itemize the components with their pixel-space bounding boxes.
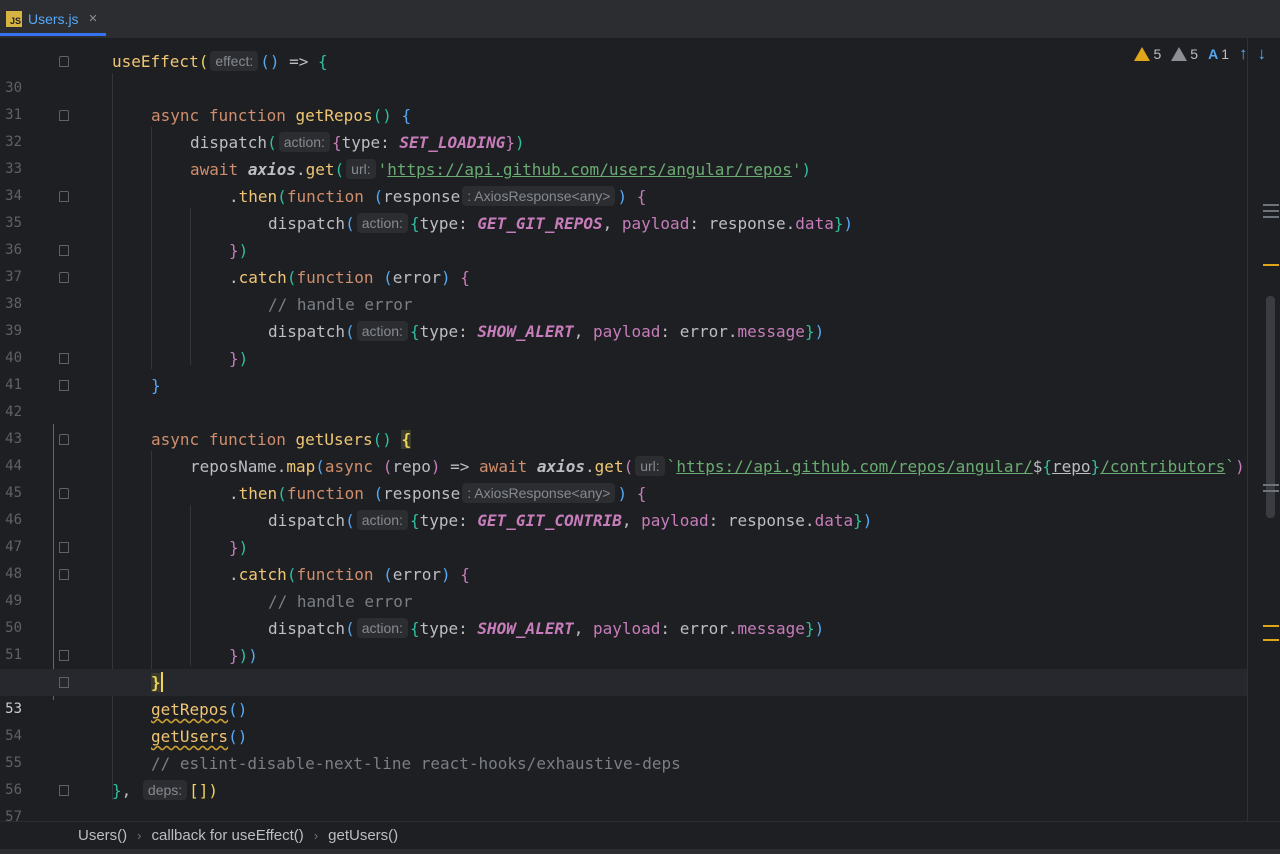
breadcrumb: Users() › callback for useEffect() › get… bbox=[0, 821, 1280, 849]
spellcheck-icon: A bbox=[1208, 46, 1219, 62]
code-line: 41 }) bbox=[5, 349, 249, 393]
code-line: 35 .then(function (response: AxiosRespon… bbox=[5, 186, 647, 231]
code-line: 36 dispatch(action: {type: GET_GIT_REPOS,… bbox=[5, 213, 854, 258]
fold-icon[interactable] bbox=[59, 272, 69, 283]
weak-warnings-count[interactable]: 5 bbox=[1171, 46, 1198, 62]
code-line: 50 // handle error bbox=[5, 592, 413, 636]
code-line: 45 reposName.map(async (repo) => await a… bbox=[5, 456, 1245, 501]
error-stripe-mark[interactable] bbox=[1263, 264, 1279, 266]
code-line: 55 getUsers() bbox=[5, 727, 248, 771]
error-stripe-mark[interactable] bbox=[1263, 625, 1279, 627]
code-line: 30 useEffect(effect:() => { bbox=[5, 51, 328, 96]
fold-icon[interactable] bbox=[59, 434, 69, 445]
error-stripe-mark[interactable] bbox=[1263, 484, 1279, 486]
fold-icon[interactable] bbox=[59, 110, 69, 121]
window-bottom-edge bbox=[0, 849, 1280, 854]
code-line: 51 dispatch(action: {type: SHOW_ALERT, pa… bbox=[5, 618, 825, 663]
code-line: 49 .catch(function (error) { bbox=[5, 565, 470, 609]
error-stripe-mark[interactable] bbox=[1263, 204, 1279, 206]
code-line: 37 }) bbox=[5, 241, 249, 285]
chevron-right-icon: › bbox=[137, 828, 142, 843]
code-line: 32 async function getRepos() { bbox=[5, 106, 412, 150]
fold-icon[interactable] bbox=[59, 677, 69, 688]
code-line: 48 }) bbox=[5, 538, 249, 582]
right-margin-line bbox=[1247, 38, 1248, 821]
code-line: 56 // eslint-disable-next-line react-hoo… bbox=[5, 754, 681, 798]
fold-icon[interactable] bbox=[59, 353, 69, 364]
code-line: 40 dispatch(action: {type: SHOW_ALERT, pa… bbox=[5, 321, 825, 366]
error-stripe-mark[interactable] bbox=[1263, 490, 1279, 492]
tab-users-js[interactable]: JS Users.js × bbox=[0, 4, 106, 36]
breadcrumb-item[interactable]: callback for useEffect() bbox=[152, 827, 304, 844]
fold-icon[interactable] bbox=[59, 380, 69, 391]
next-highlight-icon[interactable]: ↓ bbox=[1258, 44, 1267, 64]
code-line: 34 await axios.get(url:'https://api.gith… bbox=[5, 159, 812, 204]
code-line: 33 dispatch(action: {type: SET_LOADING}) bbox=[5, 132, 525, 177]
code-line: 44 async function getUsers() { bbox=[5, 430, 412, 474]
chevron-right-icon: › bbox=[313, 828, 319, 843]
fold-icon[interactable] bbox=[59, 785, 69, 796]
code-line: 38 .catch(function (error) { bbox=[5, 268, 470, 312]
error-stripe-mark[interactable] bbox=[1263, 639, 1279, 641]
code-line: 42 } bbox=[5, 376, 161, 420]
code-line: 47 dispatch(action: {type: GET_GIT_CONTRI… bbox=[5, 510, 873, 555]
error-stripe-mark[interactable] bbox=[1263, 210, 1279, 212]
fold-icon[interactable] bbox=[59, 56, 69, 67]
code-line: 43 bbox=[5, 431, 22, 447]
text-caret bbox=[160, 672, 163, 692]
js-file-icon: JS bbox=[6, 10, 22, 27]
fold-icon[interactable] bbox=[59, 245, 69, 256]
code-line: 58 bbox=[0, 804, 1250, 821]
code-line: 54 getRepos() bbox=[5, 700, 248, 744]
breadcrumb-item[interactable]: getUsers() bbox=[328, 827, 398, 844]
url-link[interactable]: https://api.github.com/users/angular/rep… bbox=[387, 160, 792, 179]
breadcrumb-item[interactable]: Users() bbox=[78, 827, 127, 844]
editor-tab-bar: JS Users.js × bbox=[0, 0, 1280, 39]
fold-icon[interactable] bbox=[59, 191, 69, 202]
warning-icon bbox=[1134, 47, 1151, 61]
code-editor[interactable]: 30 useEffect(effect:() => { 31 32 async … bbox=[0, 38, 1280, 821]
code-line: 39 // handle error bbox=[5, 295, 413, 339]
error-stripe-mark[interactable] bbox=[1263, 216, 1279, 218]
warnings-count[interactable]: 5 bbox=[1134, 46, 1161, 62]
code-line: 57 }, deps:[]) bbox=[5, 780, 219, 821]
fold-icon[interactable] bbox=[59, 542, 69, 553]
inlay-hint: effect: bbox=[210, 51, 259, 71]
fold-icon[interactable] bbox=[59, 569, 69, 580]
code-line: 46 .then(function (response: AxiosRespon… bbox=[5, 483, 647, 528]
close-icon[interactable]: × bbox=[89, 10, 98, 27]
code-line-current: 53 } bbox=[0, 669, 1247, 717]
code-line: 31 bbox=[5, 107, 22, 123]
tab-label: Users.js bbox=[28, 10, 79, 27]
weak-warning-icon bbox=[1171, 47, 1188, 61]
code-line: 52 })) bbox=[0, 642, 1250, 690]
fold-icon[interactable] bbox=[59, 650, 69, 661]
fold-icon[interactable] bbox=[59, 488, 69, 499]
typos-count[interactable]: A1 bbox=[1208, 46, 1229, 62]
url-link[interactable]: https://api.github.com/repos/angular/ bbox=[676, 457, 1032, 476]
